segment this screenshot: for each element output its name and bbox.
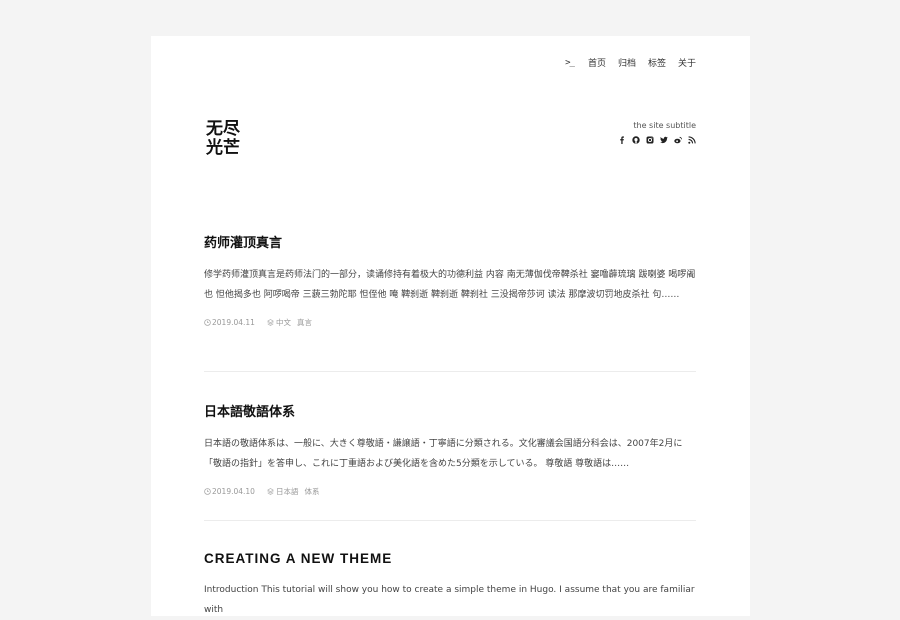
nav-archive-link[interactable]: 归档 bbox=[618, 56, 636, 69]
logo-line-2: 光芒 bbox=[206, 138, 240, 158]
terminal-icon[interactable]: >_ bbox=[565, 58, 575, 68]
page-card: >_ 首页 归档 标签 关于 无尽 光芒 the site subtitle 药… bbox=[151, 36, 750, 616]
tag-icon bbox=[267, 319, 274, 326]
social-links bbox=[618, 136, 696, 144]
post-excerpt: 修学药师灌顶真言是药师法门的一部分，读诵修持有着极大的功德利益 内容 南无薄伽伐… bbox=[204, 270, 696, 300]
github-icon[interactable] bbox=[632, 136, 640, 144]
post-tag[interactable]: 体系 bbox=[304, 486, 319, 497]
post-title[interactable]: 日本語敬語体系 bbox=[204, 401, 696, 420]
post-date: 2019.04.11 bbox=[212, 318, 255, 327]
post-excerpt: Introduction This tutorial will show you… bbox=[204, 585, 695, 615]
post-excerpt: 日本語の敬語体系は、一般に、大きく尊敬語・謙譲語・丁寧語に分類される。文化審議会… bbox=[204, 439, 683, 469]
post-date: 2019.04.10 bbox=[212, 487, 255, 496]
post-divider bbox=[204, 520, 696, 521]
nav-home-link[interactable]: 首页 bbox=[588, 56, 606, 69]
site-logo[interactable]: 无尽 光芒 bbox=[206, 120, 240, 158]
site-subtitle: the site subtitle bbox=[633, 121, 696, 130]
instagram-icon[interactable] bbox=[646, 136, 654, 144]
nav-tags-link[interactable]: 标签 bbox=[648, 56, 666, 69]
post-title[interactable]: 药师灌顶真言 bbox=[204, 232, 696, 251]
nav-about-link[interactable]: 关于 bbox=[678, 56, 696, 69]
rss-icon[interactable] bbox=[688, 136, 696, 144]
post-meta: 2019.04.10 日本語 体系 bbox=[204, 486, 696, 497]
twitter-icon[interactable] bbox=[660, 136, 668, 144]
post-tag[interactable]: 真言 bbox=[297, 317, 312, 328]
post-item: 日本語敬語体系 日本語の敬語体系は、一般に、大きく尊敬語・謙譲語・丁寧語に分類さ… bbox=[204, 401, 696, 497]
post-tags: 中文 真言 bbox=[267, 317, 312, 328]
tag-icon bbox=[267, 488, 274, 495]
clock-icon bbox=[204, 319, 211, 326]
post-meta: 2019.04.11 中文 真言 bbox=[204, 317, 696, 328]
clock-icon bbox=[204, 488, 211, 495]
post-title[interactable]: CREATING A NEW THEME bbox=[204, 551, 696, 566]
post-item: CREATING A NEW THEME Introduction This t… bbox=[204, 551, 696, 620]
post-tag[interactable]: 日本語 bbox=[276, 486, 299, 497]
post-tags: 日本語 体系 bbox=[267, 486, 319, 497]
post-divider bbox=[204, 371, 696, 372]
logo-line-1: 无尽 bbox=[206, 119, 240, 139]
post-tag[interactable]: 中文 bbox=[276, 317, 291, 328]
post-item: 药师灌顶真言 修学药师灌顶真言是药师法门的一部分，读诵修持有着极大的功德利益 内… bbox=[204, 232, 696, 328]
weibo-icon[interactable] bbox=[674, 136, 682, 144]
facebook-icon[interactable] bbox=[618, 136, 626, 144]
top-nav: >_ 首页 归档 标签 关于 bbox=[565, 56, 696, 70]
